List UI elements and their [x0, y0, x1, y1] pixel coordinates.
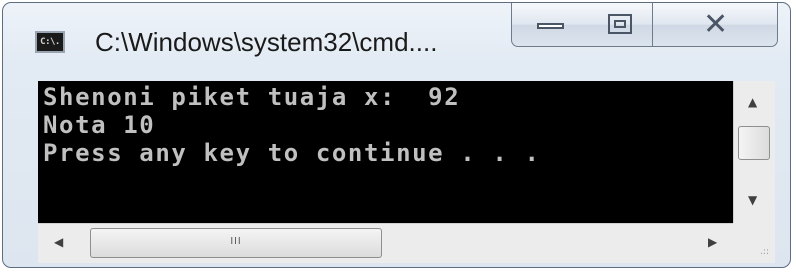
close-button[interactable]: ✕	[652, 3, 778, 47]
close-icon: ✕	[703, 7, 729, 42]
console-line-2: Nota 10	[43, 111, 156, 139]
window-title: C:\Windows\system32\cmd....	[95, 27, 438, 57]
console-output[interactable]: Shenoni piket tuaja x: 92 Nota 10 Press …	[38, 81, 733, 223]
console-line-1: Shenoni piket tuaja x: 92	[43, 83, 461, 111]
scroll-right-arrow-icon[interactable]: ▶	[708, 235, 717, 249]
minimize-icon	[537, 23, 564, 29]
cmd-icon[interactable]: C:\.	[35, 31, 65, 53]
scroll-down-arrow-icon[interactable]: ▼	[748, 193, 757, 207]
horizontal-scrollbar[interactable]: ◀ III ▶	[38, 223, 733, 263]
minimize-button[interactable]	[511, 3, 589, 47]
maximize-icon	[608, 14, 632, 34]
resize-grip-icon[interactable]: .::	[760, 247, 769, 257]
thumb-grip-icon: III	[230, 236, 242, 247]
vertical-scrollbar[interactable]: ▲ ▼	[733, 81, 775, 223]
maximize-button[interactable]	[588, 3, 653, 47]
vertical-scroll-thumb[interactable]	[738, 126, 770, 160]
scroll-up-arrow-icon[interactable]: ▲	[748, 95, 757, 109]
console-window: C:\. C:\Windows\system32\cmd.... ✕ Sheno…	[2, 2, 791, 268]
horizontal-scroll-thumb[interactable]: III	[90, 228, 382, 258]
console-line-3: Press any key to continue . . .	[43, 139, 541, 167]
scroll-left-arrow-icon[interactable]: ◀	[54, 235, 63, 249]
resize-corner[interactable]: .::	[733, 223, 775, 263]
